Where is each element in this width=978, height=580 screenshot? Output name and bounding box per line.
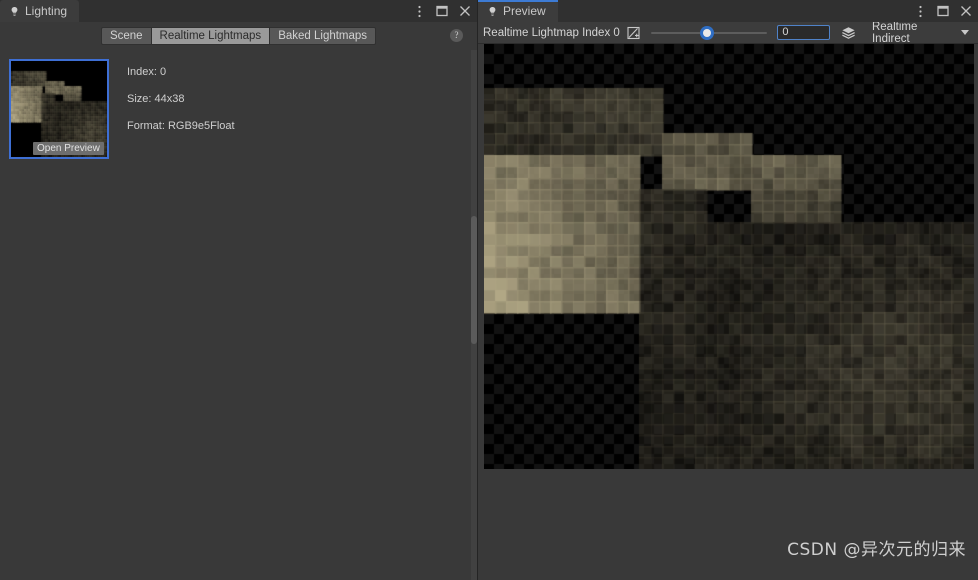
open-preview-button[interactable]: Open Preview [33,142,104,155]
tab-lighting[interactable]: Lighting [0,0,80,22]
exposure-value-input[interactable]: 0 [777,25,830,40]
help-icon[interactable]: ? [450,29,463,42]
preview-tab-bar: Preview [478,0,978,22]
more-options-icon[interactable] [412,4,426,18]
segment-baked-lightmaps[interactable]: Baked Lightmaps [269,27,377,45]
chevron-down-icon [961,30,970,35]
tab-preview-label: Preview [503,4,546,18]
lighting-panel: Lighting Scene Realtime Lightmaps Baked … [0,0,478,580]
lightmap-preview-image[interactable] [484,44,974,469]
preview-toolbar: Realtime Lightmap Index 0 0 Realtime Ind… [478,20,978,45]
lightmap-index-label: Index: 0 [127,66,167,78]
preview-panel: Preview Realtime Lightmap Index 0 0 Real… [478,0,978,580]
maximize-icon[interactable] [936,4,950,18]
segment-realtime-lightmaps[interactable]: Realtime Lightmaps [150,27,270,45]
lighting-vertical-scrollbar[interactable] [471,50,477,580]
close-icon[interactable] [458,4,472,18]
preview-window-controls [913,0,973,22]
lightmap-metadata: Index: 0 Size: 44x38 Format: RGB9e5Float [127,59,235,159]
maximize-icon[interactable] [435,4,449,18]
layers-icon[interactable] [841,25,856,40]
more-options-icon[interactable] [913,4,927,18]
lightmap-thumbnail[interactable]: Open Preview [9,59,109,159]
slider-knob[interactable] [700,25,715,40]
scrollbar-thumb[interactable] [471,216,477,344]
segment-scene[interactable]: Scene [100,27,151,45]
realtime-lightmap-index-label: Realtime Lightmap Index 0 [483,26,620,39]
lightmap-mode-dropdown[interactable]: Realtime Indirect [865,20,974,45]
image-exposure-icon[interactable] [627,25,642,40]
lightmap-preview-canvas [484,44,974,469]
lightbulb-icon [487,6,498,17]
lighting-content: Open Preview Index: 0 Size: 44x38 Format… [0,50,477,580]
lightmap-mode-dropdown-value: Realtime Indirect [871,20,918,45]
lightmap-format-label: Format: RGB9e5Float [127,120,235,132]
lightmap-size-label: Size: 44x38 [127,93,185,105]
lighting-toolbar: Scene Realtime Lightmaps Baked Lightmaps… [0,22,477,50]
lighting-window-controls [412,0,472,22]
lightmap-mode-segmented-control[interactable]: Scene Realtime Lightmaps Baked Lightmaps [100,27,377,45]
exposure-slider[interactable] [651,25,768,40]
close-icon[interactable] [959,4,973,18]
lighting-tab-bar: Lighting [0,0,477,22]
editor-window: Lighting Scene Realtime Lightmaps Baked … [0,0,978,580]
preview-content [478,44,978,580]
lightmap-entry: Open Preview Index: 0 Size: 44x38 Format… [9,59,235,159]
tab-lighting-label: Lighting [25,4,68,18]
tab-preview[interactable]: Preview [478,0,558,22]
lightbulb-icon [9,6,20,17]
